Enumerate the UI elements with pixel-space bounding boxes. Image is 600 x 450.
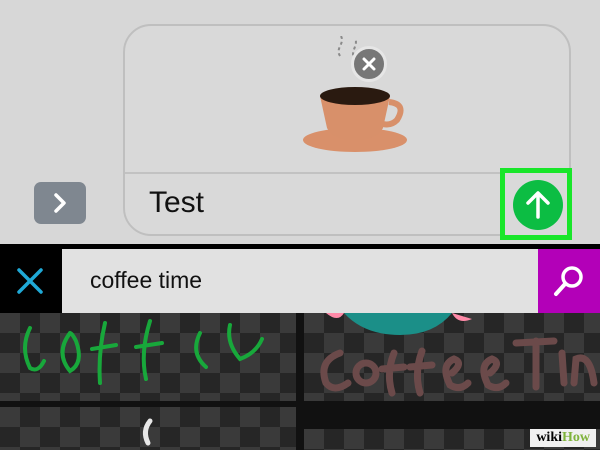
gif-result[interactable] bbox=[304, 313, 600, 401]
close-icon bbox=[17, 268, 43, 294]
expand-apps-button[interactable] bbox=[34, 182, 86, 224]
search-button[interactable] bbox=[538, 249, 600, 313]
search-input[interactable]: coffee time bbox=[62, 249, 538, 313]
watermark-wiki: wiki bbox=[536, 430, 562, 445]
message-input[interactable]: Test bbox=[149, 186, 204, 220]
compose-area: Test bbox=[0, 0, 600, 246]
close-icon bbox=[362, 57, 376, 71]
search-icon bbox=[554, 266, 583, 296]
close-search-button[interactable] bbox=[0, 249, 60, 313]
chevron-right-icon bbox=[54, 193, 66, 213]
send-button[interactable] bbox=[513, 180, 563, 230]
gif-search-bar: coffee time bbox=[0, 249, 600, 313]
gif-result[interactable] bbox=[0, 407, 296, 450]
gif-result-art bbox=[320, 313, 598, 397]
gif-result-art bbox=[23, 319, 264, 385]
gif-result[interactable] bbox=[0, 313, 296, 401]
arrow-up-icon bbox=[526, 191, 550, 219]
gif-results-grid: wikiHow bbox=[0, 313, 600, 450]
watermark-how: How bbox=[562, 430, 590, 445]
remove-attachment-button[interactable] bbox=[351, 46, 387, 82]
gif-result-art bbox=[142, 418, 153, 446]
wikihow-watermark: wikiHow bbox=[530, 429, 596, 447]
search-query: coffee time bbox=[90, 267, 203, 293]
